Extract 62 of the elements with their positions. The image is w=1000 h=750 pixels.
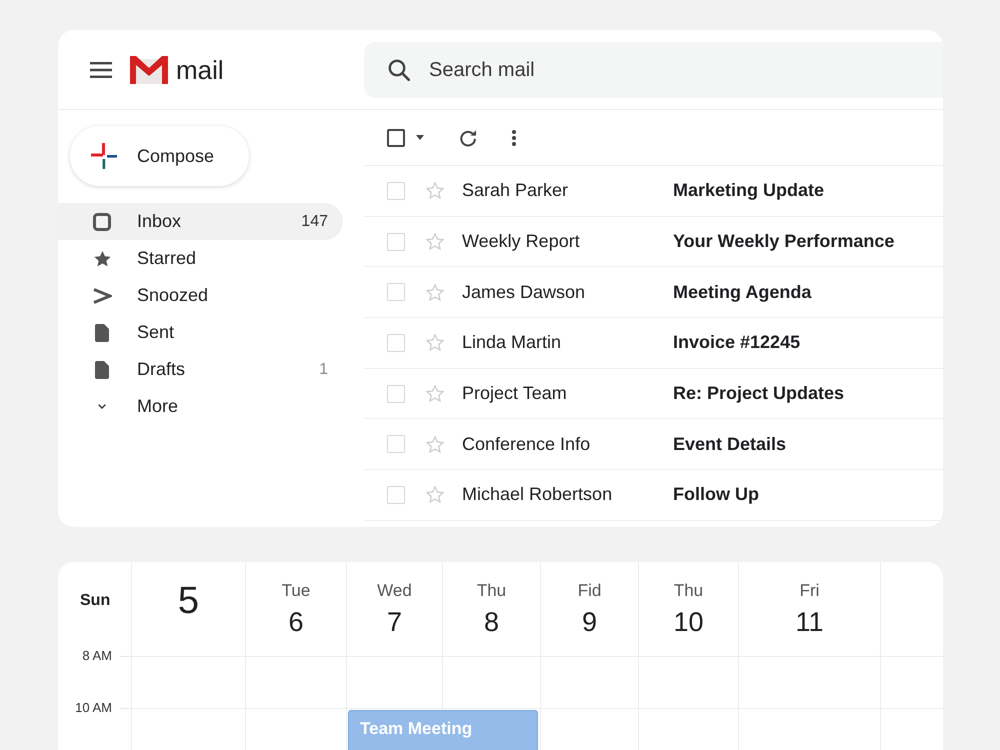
refresh-icon[interactable] bbox=[459, 128, 477, 146]
inbox-icon bbox=[93, 212, 111, 230]
row-checkbox[interactable] bbox=[387, 435, 405, 454]
time-label: 10 AM bbox=[75, 700, 112, 716]
day-name: Fri bbox=[800, 580, 820, 602]
star-icon[interactable] bbox=[426, 486, 444, 504]
day-number: 9 bbox=[582, 606, 598, 638]
day-number: 10 bbox=[673, 606, 704, 638]
chevron-right-icon bbox=[92, 288, 112, 304]
sender-name: Project Team bbox=[462, 382, 568, 406]
star-icon[interactable] bbox=[426, 284, 444, 301]
more-options-icon[interactable] bbox=[512, 130, 516, 146]
sender-name: Weekly Report bbox=[462, 230, 581, 254]
email-subject: Event Details bbox=[673, 432, 786, 456]
day-name: Fid bbox=[578, 580, 602, 602]
sender-name: Linda Martin bbox=[462, 331, 562, 354]
email-subject: Re: Project Updates bbox=[673, 382, 844, 406]
time-label: 8 AM bbox=[82, 648, 112, 664]
sender-name: Conference Info bbox=[462, 432, 592, 456]
row-checkbox[interactable] bbox=[387, 232, 405, 251]
sender-name: James Dawson bbox=[462, 280, 586, 304]
star-icon[interactable] bbox=[426, 385, 444, 402]
row-checkbox[interactable] bbox=[387, 182, 405, 200]
search-icon bbox=[388, 59, 410, 81]
day-number: 5 bbox=[178, 579, 200, 623]
day-number: 11 bbox=[795, 606, 824, 638]
email-subject: Follow Up bbox=[673, 483, 759, 506]
weekday-label: Sun bbox=[80, 592, 110, 609]
compose-button[interactable]: Compose bbox=[70, 126, 249, 186]
caret-down-icon[interactable] bbox=[416, 135, 424, 140]
app-name: mail bbox=[176, 54, 224, 84]
row-checkbox[interactable] bbox=[387, 334, 405, 352]
day-number: 8 bbox=[484, 606, 500, 638]
star-icon[interactable] bbox=[426, 182, 444, 200]
sidebar-item[interactable]: Inbox 147 bbox=[58, 203, 343, 240]
day-number: 6 bbox=[288, 606, 304, 638]
star-icon[interactable] bbox=[426, 233, 444, 250]
day-name: Wed bbox=[377, 580, 412, 602]
row-checkbox[interactable] bbox=[387, 486, 405, 504]
row-checkbox[interactable] bbox=[387, 384, 405, 403]
day-name: Thu bbox=[476, 580, 506, 602]
document-icon bbox=[95, 360, 109, 378]
sender-name: Michael Robertson bbox=[462, 483, 614, 506]
menu-icon[interactable] bbox=[90, 62, 112, 78]
sender-name: Sarah Parker bbox=[462, 179, 570, 202]
day-name: Tue bbox=[282, 580, 310, 602]
email-subject: Invoice #12245 bbox=[673, 331, 800, 354]
select-all-checkbox[interactable] bbox=[387, 128, 405, 146]
day-name: Thu bbox=[674, 580, 704, 602]
email-subject: Meeting Agenda bbox=[673, 280, 812, 304]
plus-icon bbox=[91, 143, 117, 169]
email-subject: Your Weekly Performance bbox=[673, 230, 894, 254]
star-icon bbox=[94, 250, 110, 266]
document-icon bbox=[95, 324, 109, 342]
day-number: 7 bbox=[386, 606, 402, 638]
star-icon[interactable] bbox=[426, 436, 444, 453]
star-icon[interactable] bbox=[426, 334, 444, 352]
chevron-down-icon bbox=[98, 404, 106, 409]
email-subject: Marketing Update bbox=[673, 179, 824, 202]
search-field[interactable]: Search mail bbox=[364, 42, 943, 98]
mail-logo-icon bbox=[130, 56, 168, 84]
row-checkbox[interactable] bbox=[387, 283, 405, 302]
